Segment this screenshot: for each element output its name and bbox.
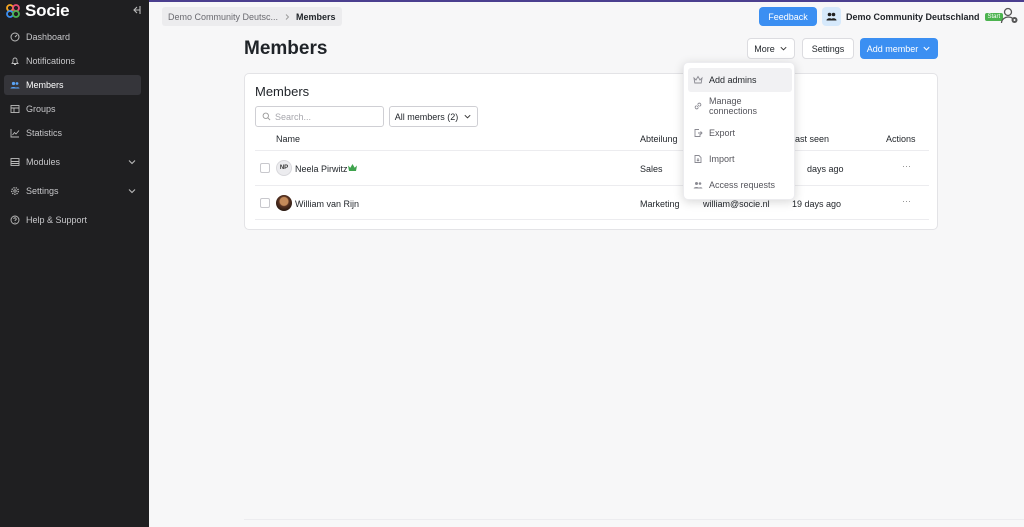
members-filter-select[interactable]: All members (2) (389, 106, 478, 127)
add-member-label: Add member (866, 43, 919, 54)
member-last-seen: days ago (807, 164, 844, 174)
sidebar-item-modules[interactable]: Modules (4, 152, 141, 172)
community-avatar (822, 7, 841, 26)
breadcrumb: Demo Community Deutsc... Members (162, 7, 342, 26)
member-abteilung: Sales (640, 164, 663, 174)
menu-item-import[interactable]: Import (688, 147, 792, 171)
more-menu: Add admins Manage connections Export Imp… (683, 62, 795, 200)
users-icon (10, 81, 20, 89)
filter-label: All members (2) (394, 111, 459, 122)
collapse-sidebar-icon[interactable] (130, 4, 142, 16)
community-name: Demo Community Deutschland (846, 11, 980, 22)
crown-icon (693, 75, 703, 84)
chevron-down-icon (464, 114, 471, 119)
column-header-last-seen[interactable]: ast seen (795, 134, 829, 144)
chevron-down-icon (128, 189, 136, 194)
bell-icon (11, 57, 19, 65)
groups-icon (10, 105, 20, 113)
column-header-name[interactable]: Name (276, 134, 300, 144)
search-input[interactable] (275, 111, 375, 122)
table-row[interactable]: NP Neela Pirwitz Sales days ago ··· (255, 150, 929, 185)
row-actions-button[interactable]: ··· (902, 161, 911, 171)
breadcrumb-current: Members (296, 11, 336, 22)
more-button-label: More (754, 43, 775, 54)
member-last-seen: 19 days ago (792, 199, 842, 209)
avatar (276, 195, 292, 211)
member-name[interactable]: Neela Pirwitz (295, 164, 348, 174)
card-title: Members (255, 84, 310, 99)
menu-item-add-admins[interactable]: Add admins (688, 68, 792, 92)
add-member-button[interactable]: Add member (860, 38, 938, 59)
sidebar-item-help[interactable]: Help & Support (4, 210, 141, 230)
user-settings-icon[interactable] (1000, 7, 1020, 25)
help-icon (10, 215, 20, 225)
search-icon (262, 112, 271, 121)
link-icon (694, 102, 702, 110)
row-actions-button[interactable]: ··· (902, 196, 911, 206)
app-name: Socie (25, 1, 70, 20)
member-abteilung: Marketing (640, 199, 680, 209)
members-card: Members All members (2) Name Abteilung a… (244, 73, 938, 230)
chevron-down-icon (128, 160, 136, 165)
chevron-right-icon (285, 13, 290, 20)
users-icon (826, 12, 837, 21)
brand[interactable]: Socie (6, 1, 70, 20)
menu-item-label: Import (709, 154, 735, 164)
sidebar-item-label: Modules (26, 157, 61, 167)
export-icon (694, 129, 703, 137)
sidebar-item-statistics[interactable]: Statistics (4, 123, 141, 143)
sidebar-item-label: Help & Support (26, 215, 88, 225)
sidebar-item-groups[interactable]: Groups (4, 99, 141, 119)
menu-item-label: Manage connections (709, 96, 758, 116)
chart-icon (10, 129, 20, 138)
search-box[interactable] (255, 106, 384, 127)
more-button[interactable]: More (747, 38, 795, 59)
sidebar: Socie Dashboard Notifications Members Gr… (0, 0, 149, 527)
sidebar-item-settings[interactable]: Settings (4, 181, 141, 201)
community-switcher[interactable]: Demo Community Deutschland Start (822, 7, 1004, 26)
table-row[interactable]: William van Rijn Marketing william@socie… (255, 185, 929, 220)
column-header-actions: Actions (886, 134, 916, 144)
sidebar-item-label: Groups (26, 104, 56, 114)
socie-logo-icon (6, 4, 20, 18)
member-name[interactable]: William van Rijn (295, 199, 359, 209)
sidebar-nav: Dashboard Notifications Members Groups S… (4, 27, 141, 234)
avatar: NP (276, 160, 292, 176)
sidebar-item-label: Dashboard (26, 32, 71, 42)
dashboard-icon (10, 32, 20, 42)
member-email: william@socie.nl (703, 199, 770, 209)
menu-item-label: Export (709, 128, 736, 138)
breadcrumb-parent[interactable]: Demo Community Deutsc... (168, 12, 278, 22)
modules-icon (10, 158, 20, 166)
sidebar-item-label: Settings (26, 186, 59, 196)
crown-icon (348, 164, 357, 171)
chevron-down-icon (923, 46, 930, 51)
import-icon (694, 155, 702, 163)
menu-item-export[interactable]: Export (688, 121, 792, 145)
menu-item-access-requests[interactable]: Access requests (688, 173, 792, 197)
sidebar-item-members[interactable]: Members (4, 75, 141, 95)
menu-item-label: Add admins (709, 75, 757, 85)
row-checkbox[interactable] (260, 163, 270, 173)
column-header-abteilung[interactable]: Abteilung (640, 134, 678, 144)
feedback-button[interactable]: Feedback (759, 7, 817, 26)
users-icon (693, 182, 703, 189)
row-checkbox[interactable] (260, 198, 270, 208)
chevron-down-icon (780, 46, 787, 51)
menu-item-manage-connections[interactable]: Manage connections (688, 94, 792, 118)
sidebar-item-dashboard[interactable]: Dashboard (4, 27, 141, 47)
sidebar-item-label: Notifications (26, 56, 76, 66)
footer-divider (244, 519, 1024, 520)
settings-button[interactable]: Settings (802, 38, 854, 59)
menu-item-label: Access requests (709, 180, 776, 190)
top-accent-strip (0, 0, 1024, 2)
sidebar-item-notifications[interactable]: Notifications (4, 51, 141, 71)
gear-icon (11, 187, 19, 195)
page-title: Members (244, 38, 328, 59)
sidebar-item-label: Statistics (26, 128, 63, 138)
sidebar-item-label: Members (26, 80, 64, 90)
